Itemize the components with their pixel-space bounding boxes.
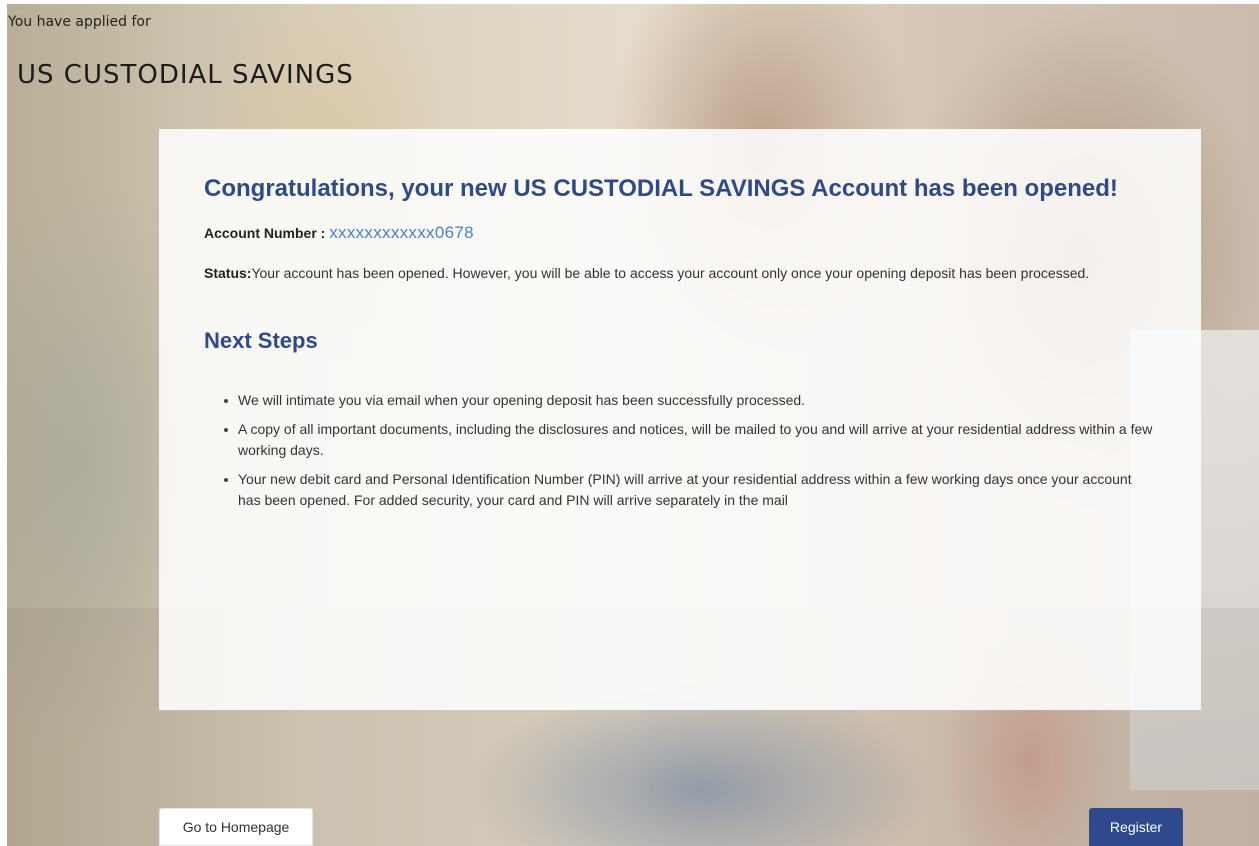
- congratulations-heading: Congratulations, your new US CUSTODIAL S…: [204, 175, 1118, 202]
- account-number-value: xxxxxxxxxxxx0678: [329, 223, 474, 242]
- next-steps-list: We will intimate you via email when your…: [204, 390, 1154, 511]
- list-item: We will intimate you via email when your…: [224, 390, 1154, 411]
- status-label: Status:: [204, 265, 252, 281]
- register-button[interactable]: Register: [1089, 808, 1183, 846]
- product-title: US CUSTODIAL SAVINGS: [17, 60, 354, 90]
- account-number-label: Account Number :: [204, 225, 330, 241]
- account-number-row: Account Number : xxxxxxxxxxxx0678: [204, 223, 1144, 243]
- left-border: [0, 0, 7, 846]
- confirmation-card: Congratulations, your new US CUSTODIAL S…: [159, 129, 1201, 710]
- status-message: Status:Your account has been opened. How…: [204, 263, 1134, 284]
- list-item-text: We will intimate you via email when your…: [238, 392, 806, 408]
- applied-for-label: You have applied for: [8, 14, 151, 30]
- bullet-icon: [224, 428, 228, 432]
- list-item: A copy of all important documents, inclu…: [224, 419, 1154, 461]
- list-item: Your new debit card and Personal Identif…: [224, 469, 1154, 511]
- status-text: Your account has been opened. However, y…: [251, 265, 1090, 281]
- bullet-icon: [224, 478, 228, 482]
- bullet-icon: [224, 399, 228, 403]
- top-border: [0, 0, 1259, 4]
- confirmation-content: Congratulations, your new US CUSTODIAL S…: [204, 173, 1152, 519]
- next-steps-heading: Next Steps: [204, 328, 318, 353]
- go-to-homepage-button[interactable]: Go to Homepage: [159, 808, 313, 846]
- list-item-text: A copy of all important documents, inclu…: [238, 421, 1153, 458]
- list-item-text: Your new debit card and Personal Identif…: [238, 471, 1132, 508]
